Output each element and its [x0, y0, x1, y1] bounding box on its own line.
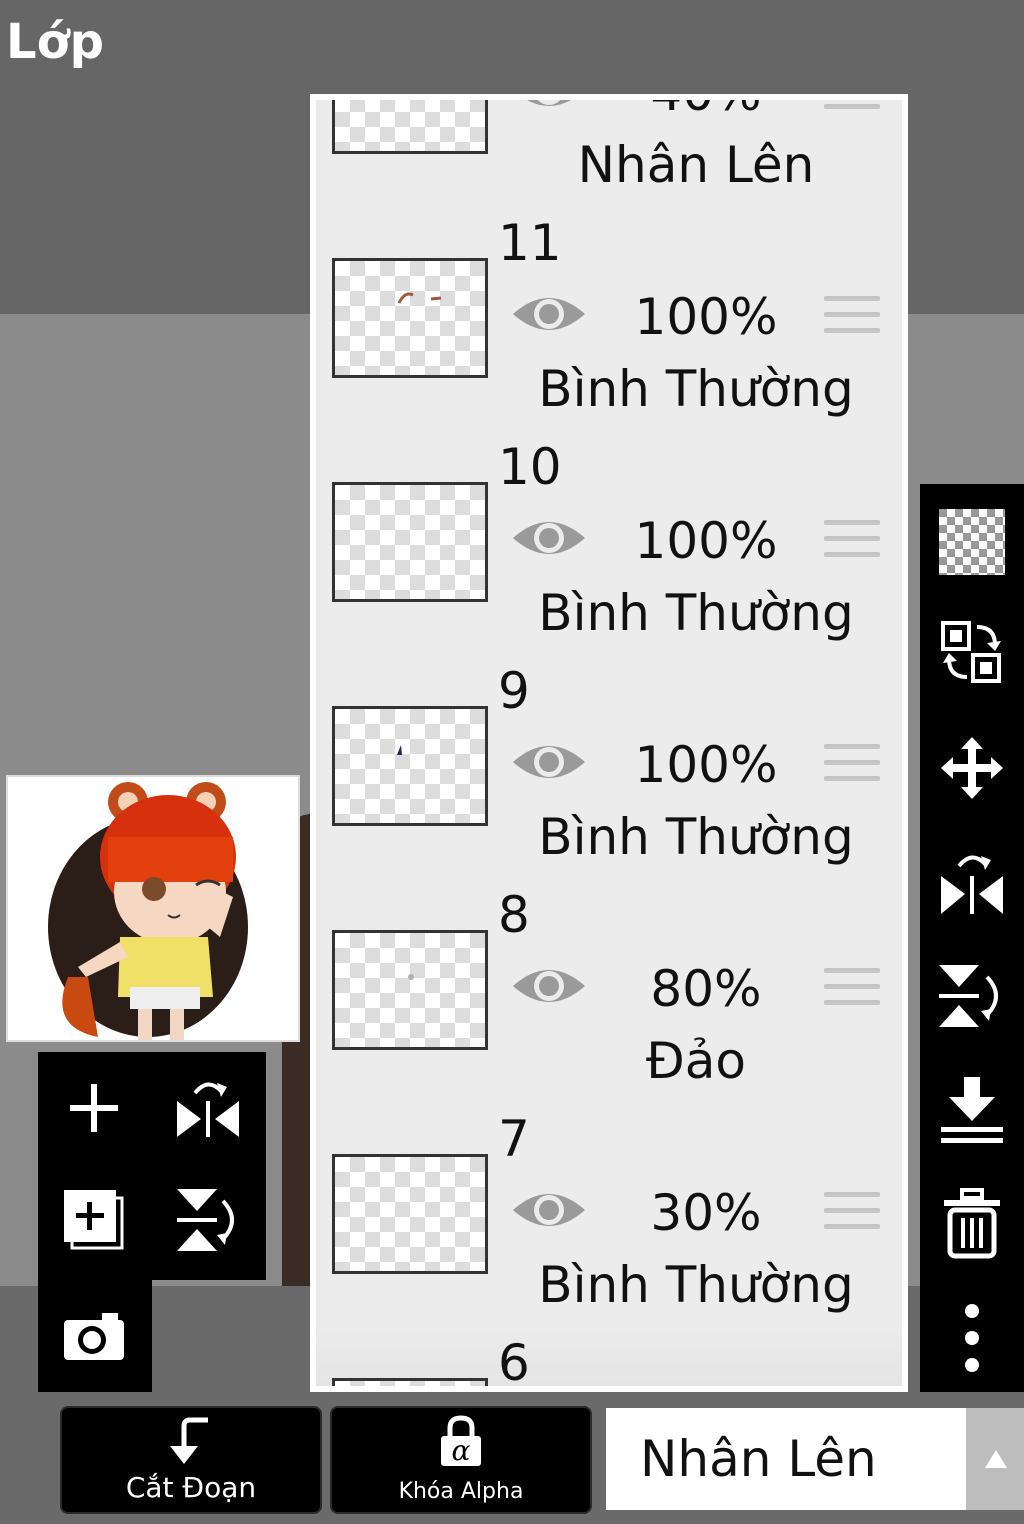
layer-opacity: 80% [650, 960, 762, 1018]
blend-mode-dropdown-button[interactable] [966, 1408, 1024, 1510]
layer-row[interactable]: 9 100% Bình Thường [316, 654, 902, 881]
move-icon[interactable] [936, 732, 1008, 804]
clip-arrow-icon [170, 1417, 208, 1464]
page-title: Lớp [6, 14, 104, 70]
layer-number: 8 [498, 886, 530, 944]
layer-row[interactable]: 11 100% Bình Thường [316, 206, 902, 433]
layer-thumbnail [332, 482, 488, 602]
eye-icon[interactable] [511, 736, 587, 788]
layer-number: 9 [498, 662, 530, 720]
flip-vertical-icon[interactable] [936, 960, 1008, 1032]
eye-icon[interactable] [511, 100, 587, 116]
layer-blend-mode: Bình Thường [538, 1256, 854, 1314]
flip-layer-vertical-icon[interactable] [168, 1180, 248, 1260]
layer-blend-mode: Nhân Lên [577, 136, 815, 194]
thumbnail-mark [397, 745, 402, 755]
eye-icon[interactable] [511, 512, 587, 564]
trash-icon[interactable] [936, 1188, 1008, 1260]
drag-handle-icon[interactable] [824, 100, 880, 118]
blend-mode-value: Nhân Lên [640, 1430, 877, 1488]
layer-blend-mode: Bình Thường [538, 584, 854, 642]
layer-opacity: 100% [634, 736, 778, 794]
drag-handle-icon[interactable] [824, 744, 880, 790]
alpha-lock-button[interactable]: α Khóa Alpha [330, 1406, 592, 1514]
thumbnail-mark [397, 292, 442, 304]
character-illustration [48, 782, 248, 1040]
alpha-symbol: α [451, 1434, 471, 1467]
transparency-icon[interactable] [936, 506, 1008, 578]
layer-row[interactable]: 8 80% Đảo [316, 878, 902, 1105]
layer-thumbnail [332, 258, 488, 378]
left-toolbar [38, 1052, 266, 1280]
layer-row[interactable]: 10 100% Bình Thường [316, 430, 902, 657]
layer-opacity: 30% [650, 1184, 762, 1242]
layer-panel: 40% Nhân Lên 11 100% Bình Thường [310, 94, 908, 1392]
layer-blend-mode: Bình Thường [538, 360, 854, 418]
layer-thumbnail [332, 706, 488, 826]
flip-horizontal-icon[interactable] [936, 846, 1008, 918]
layer-opacity: 100% [634, 512, 778, 570]
clip-label: Cắt Đoạn [125, 1471, 257, 1504]
blend-mode-select[interactable]: Nhân Lên [606, 1408, 966, 1510]
layer-row[interactable]: 6 [316, 1326, 902, 1386]
layer-list[interactable]: 40% Nhân Lên 11 100% Bình Thường [316, 100, 902, 1386]
layer-thumbnail [332, 100, 488, 154]
camera-icon[interactable] [54, 1296, 134, 1376]
left-toolbar-camera [38, 1280, 152, 1392]
layer-number: 11 [498, 214, 562, 272]
layer-opacity: 40% [616, 100, 796, 122]
clip-button[interactable]: Cắt Đoạn [60, 1406, 322, 1514]
layer-number: 10 [498, 438, 562, 496]
more-icon[interactable] [936, 1302, 1008, 1374]
layer-row[interactable]: 7 30% Bình Thường [316, 1102, 902, 1329]
add-layer-icon[interactable] [54, 1068, 134, 1148]
add-copy-layer-icon[interactable] [54, 1180, 134, 1260]
swap-layers-icon[interactable] [936, 616, 1008, 688]
layer-thumbnail [332, 930, 488, 1050]
layer-thumbnail [332, 1378, 488, 1386]
thumbnail-mark [408, 974, 414, 980]
layer-thumbnail [332, 1154, 488, 1274]
eye-icon[interactable] [511, 1184, 587, 1236]
layer-number: 7 [498, 1110, 530, 1168]
right-toolbar [920, 484, 1024, 1392]
merge-down-icon[interactable] [936, 1074, 1008, 1146]
canvas-preview [6, 775, 300, 1042]
layer-opacity: 100% [634, 288, 778, 346]
flip-layer-horizontal-icon[interactable] [168, 1068, 248, 1148]
triangle-up-icon [985, 1450, 1007, 1468]
layer-row[interactable]: 40% Nhân Lên [316, 100, 902, 209]
alpha-lock-label: Khóa Alpha [398, 1479, 524, 1504]
drag-handle-icon[interactable] [824, 1192, 880, 1238]
layer-blend-mode: Bình Thường [538, 808, 854, 866]
drag-handle-icon[interactable] [824, 968, 880, 1014]
eye-icon[interactable] [511, 960, 587, 1012]
drag-handle-icon[interactable] [824, 520, 880, 566]
lock-icon: α [438, 1414, 484, 1468]
drag-handle-icon[interactable] [824, 296, 880, 342]
layer-blend-mode: Đảo [646, 1032, 746, 1090]
layer-number: 6 [498, 1334, 530, 1386]
eye-icon[interactable] [511, 288, 587, 340]
